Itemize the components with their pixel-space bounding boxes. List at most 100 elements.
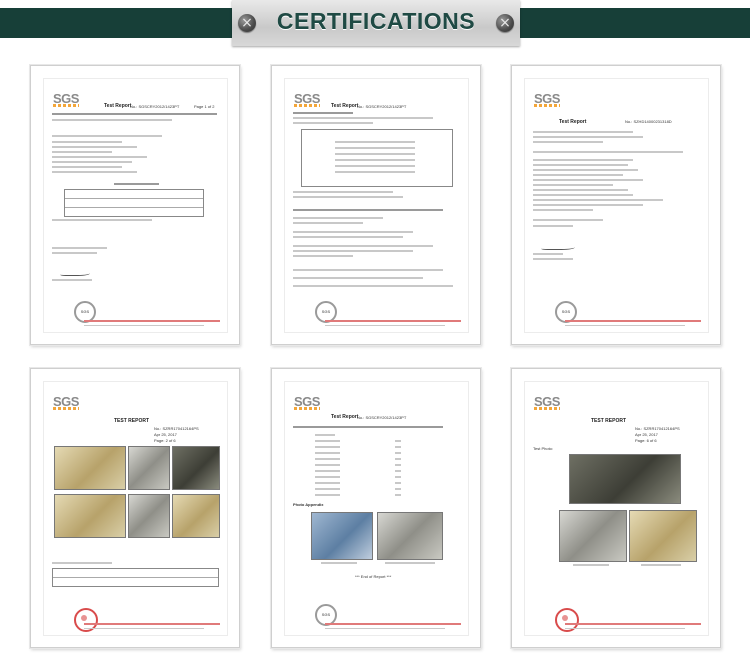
text-line	[52, 562, 112, 564]
text-line	[573, 564, 609, 566]
certificate-frame-4[interactable]: SGS TEST REPORT No.: SZRR170412164PS Apr…	[30, 368, 240, 648]
text-line	[293, 245, 433, 247]
footer-line	[325, 628, 445, 629]
certificate-frame-5[interactable]: SGS Test Report No.: SGSCRY2012/1423PT P…	[271, 368, 481, 648]
text-line	[52, 135, 162, 137]
sgs-logo-dots	[534, 407, 560, 410]
page-number: Page: 2 of 6	[154, 438, 176, 443]
text-line	[52, 252, 97, 254]
report-number: No.: SZRR170412164PS	[635, 426, 680, 431]
page-number: Page: 6 of 6	[635, 438, 657, 443]
text-line	[52, 141, 122, 143]
text-line	[335, 147, 415, 149]
test-machine-photo	[569, 454, 681, 504]
sgs-logo-dots	[53, 104, 79, 107]
section-heading-line	[293, 209, 443, 211]
signature	[541, 243, 575, 250]
text-line	[52, 279, 92, 281]
text-line	[52, 156, 147, 158]
report-title: TEST REPORT	[114, 418, 150, 424]
text-line	[395, 458, 401, 460]
text-line	[315, 446, 340, 448]
text-line	[385, 562, 435, 564]
certificate-document: SGS TEST REPORT No.: SZRR170412164PS Apr…	[43, 381, 228, 636]
sample-photo	[172, 446, 220, 490]
sample-photo	[377, 512, 443, 560]
certificate-frame-3[interactable]: SGS Test Report No.: SZHD14000231318D SG…	[511, 65, 721, 345]
text-line	[315, 494, 340, 496]
footer-line	[565, 628, 685, 629]
text-line	[533, 209, 593, 211]
text-line	[395, 452, 401, 454]
footer-line	[325, 325, 445, 326]
text-line	[315, 452, 340, 454]
text-line	[293, 217, 383, 219]
text-line	[533, 199, 663, 201]
page-number: Page 1 of 2	[194, 104, 215, 109]
sgs-logo-dots	[294, 104, 320, 107]
report-title: Test Report	[331, 414, 359, 420]
certificate-document: SGS Test Report No.: SZHD14000231318D SG…	[524, 78, 709, 333]
equipment-table	[52, 568, 219, 587]
text-line	[293, 222, 363, 224]
title-plate: × CERTIFICATIONS ×	[232, 0, 520, 46]
report-date: Apr 25, 2017	[635, 432, 658, 437]
text-line	[533, 179, 643, 181]
text-line	[533, 159, 633, 161]
text-line	[315, 476, 340, 478]
text-line	[533, 136, 643, 138]
text-line	[293, 277, 423, 279]
text-line	[52, 146, 137, 148]
text-line	[52, 151, 112, 153]
text-line	[52, 119, 172, 121]
text-line	[293, 236, 403, 238]
text-line	[395, 488, 401, 490]
text-line	[293, 122, 373, 124]
certificate-document: SGS Test Report No.: SGSCRY2012/1423PT P…	[43, 78, 228, 333]
text-line	[335, 165, 415, 167]
sgs-logo-dots	[534, 104, 560, 107]
text-line	[52, 166, 122, 168]
text-line	[315, 470, 340, 472]
footer-line	[565, 623, 701, 625]
results-table	[64, 189, 204, 217]
footer-line	[325, 623, 461, 625]
text-line	[395, 464, 401, 466]
sample-photo	[128, 446, 170, 490]
certificate-frame-2[interactable]: SGS Test Report No.: SGSCRY2012/1423PT S…	[271, 65, 481, 345]
footer-line	[84, 325, 204, 326]
footer-line	[565, 320, 701, 322]
certificate-document: SGS Test Report No.: SGSCRY2012/1423PT S…	[284, 78, 469, 333]
sgs-logo-dots	[294, 407, 320, 410]
report-title: Test Report	[104, 103, 132, 109]
report-title: TEST REPORT	[591, 418, 627, 424]
text-line	[52, 171, 137, 173]
text-line	[315, 458, 340, 460]
text-line	[395, 446, 401, 448]
text-line	[315, 464, 340, 466]
signature	[60, 269, 90, 276]
report-number: No.: SGSCRY2012/1423PT	[130, 104, 180, 109]
text-line	[533, 131, 633, 133]
text-line	[335, 171, 415, 173]
text-line	[533, 204, 643, 206]
text-line	[293, 285, 453, 287]
text-line	[293, 255, 353, 257]
text-line	[395, 494, 401, 496]
report-number: No.: SGSCRY2012/1423PT	[357, 104, 407, 109]
text-line	[293, 426, 443, 428]
method-table	[301, 129, 453, 187]
text-line	[395, 482, 401, 484]
sample-photo	[128, 494, 170, 538]
text-line	[52, 247, 107, 249]
certificate-frame-1[interactable]: SGS Test Report No.: SGSCRY2012/1423PT P…	[30, 65, 240, 345]
text-line	[335, 153, 415, 155]
sample-photo	[54, 494, 126, 538]
text-line	[533, 164, 628, 166]
text-line	[533, 141, 603, 143]
text-line	[293, 269, 443, 271]
text-line	[641, 564, 681, 566]
test-photo-heading: Test Photo:	[533, 446, 554, 451]
text-line	[293, 250, 413, 252]
certificate-frame-6[interactable]: SGS TEST REPORT No.: SZRR170412164PS Apr…	[511, 368, 721, 648]
